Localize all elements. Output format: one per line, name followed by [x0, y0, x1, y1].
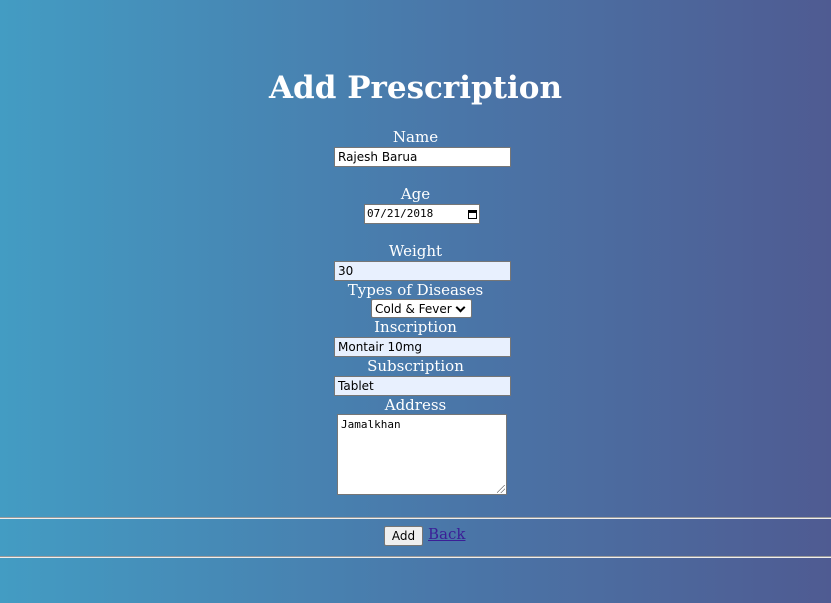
age-label: Age [400, 185, 431, 203]
disease-label: Types of Diseases [347, 281, 484, 299]
back-link[interactable]: Back [428, 525, 465, 543]
age-input-value: 07/21/2018 [367, 207, 434, 220]
inscription-label: Inscription [374, 318, 457, 336]
name-label: Name [392, 128, 439, 146]
address-textarea[interactable]: Jamalkhan [337, 414, 507, 495]
disease-select[interactable]: Cold & Fever [371, 299, 472, 318]
weight-input-value: 30 [338, 264, 354, 278]
disease-select-value: Cold & Fever [375, 301, 452, 316]
subscription-input-value: Tablet [338, 379, 374, 393]
address-label: Address [384, 396, 447, 414]
page-title: Add Prescription [269, 70, 562, 106]
subscription-label: Subscription [367, 357, 464, 375]
add-button[interactable]: Add [384, 526, 423, 546]
resize-handle-icon[interactable] [497, 485, 505, 493]
weight-input[interactable]: 30 [334, 261, 511, 281]
chevron-down-icon [455, 302, 466, 312]
calendar-icon[interactable] [468, 209, 477, 219]
age-date-input[interactable]: 07/21/2018 [364, 204, 480, 224]
divider-bottom [0, 556, 831, 558]
address-textarea-value: Jamalkhan [341, 418, 401, 431]
inscription-input-value: Montair 10mg [338, 340, 423, 354]
divider-top [0, 517, 831, 519]
name-input-value: Rajesh Barua [338, 150, 418, 164]
name-input[interactable]: Rajesh Barua [334, 147, 511, 167]
subscription-input[interactable]: Tablet [334, 376, 511, 396]
weight-label: Weight [388, 242, 443, 260]
inscription-input[interactable]: Montair 10mg [334, 337, 511, 357]
